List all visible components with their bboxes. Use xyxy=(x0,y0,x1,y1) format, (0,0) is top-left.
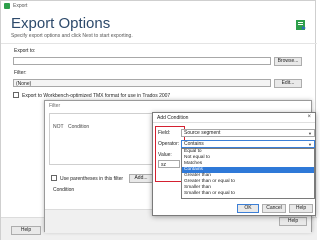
chevron-down-icon: ▼ xyxy=(308,131,312,136)
page-subtitle: Specify export options and click Next to… xyxy=(11,33,133,39)
help-button[interactable]: Help xyxy=(11,226,41,235)
header-divider xyxy=(1,43,317,44)
window-title: Export xyxy=(13,3,28,9)
operator-option-smaller-than-or-equal-to[interactable]: Smaller than or equal to xyxy=(182,191,314,197)
browse-button[interactable]: Browse... xyxy=(274,57,302,66)
field-select[interactable]: Source segment ▼ xyxy=(181,129,315,137)
field-label: Field: xyxy=(158,130,171,136)
add-condition-titlebar: Add Condition × xyxy=(153,113,315,123)
filter-help-button[interactable]: Help xyxy=(279,217,307,226)
export-logo-icon xyxy=(295,19,307,31)
filter-tree[interactable]: NOT Condition xyxy=(49,113,157,165)
filter-value: (None) xyxy=(13,79,271,87)
add-condition-title: Add Condition xyxy=(157,115,189,121)
tree-not-label: NOT xyxy=(53,124,64,130)
parentheses-checkbox[interactable] xyxy=(51,175,57,181)
operator-select-value: Contains xyxy=(184,141,204,147)
page-title: Export Options xyxy=(11,15,111,32)
export-to-input[interactable] xyxy=(13,57,271,65)
filter-label: Filter: xyxy=(14,70,27,76)
tree-condition-label: Condition xyxy=(68,124,90,130)
operator-label: Operator: xyxy=(158,141,180,147)
add-condition-button[interactable]: Add... xyxy=(129,174,153,183)
add-condition-buttons: OK Cancel Help xyxy=(153,201,315,215)
chevron-down-icon: ▼ xyxy=(308,142,312,147)
operator-dropdown-list: Equal to Not equal to Matches Contains G… xyxy=(181,148,315,199)
field-select-value: Source segment xyxy=(184,130,221,136)
cancel-button[interactable]: Cancel xyxy=(262,204,286,213)
close-icon[interactable]: × xyxy=(307,114,311,120)
ok-button[interactable]: OK xyxy=(237,204,259,213)
export-to-label: Export to: xyxy=(14,48,36,54)
add-condition-help-button[interactable]: Help xyxy=(289,204,313,213)
add-condition-dialog: Add Condition × Field: Source segment ▼ … xyxy=(152,112,316,216)
app-icon xyxy=(4,3,10,9)
value-input[interactable]: sz xyxy=(158,160,180,168)
workbench-label: Export to Workbench-optimized TMX format… xyxy=(22,93,171,99)
workbench-checkbox[interactable] xyxy=(13,92,19,98)
value-label: Value: xyxy=(158,152,172,158)
filter-dialog-title: Filter xyxy=(49,103,61,109)
window-titlebar: Export xyxy=(1,1,315,11)
operator-select[interactable]: Contains ▼ xyxy=(181,140,315,148)
condition-section-label: Condition xyxy=(53,187,75,193)
edit-filter-button[interactable]: Edit... xyxy=(274,79,302,88)
parentheses-label: Use parentheses in this filter xyxy=(60,176,124,182)
